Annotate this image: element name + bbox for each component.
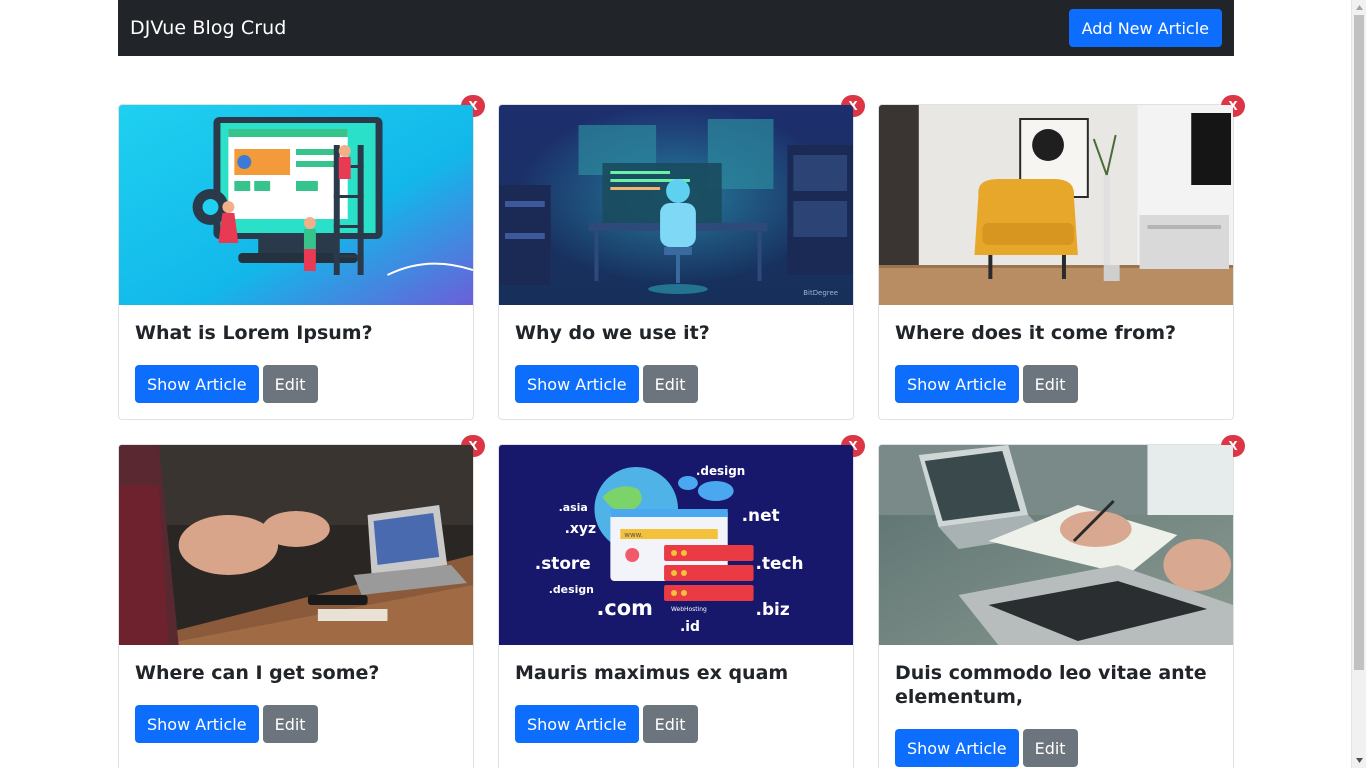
article-title: Where can I get some? <box>135 662 380 684</box>
bitdegree-watermark: BitDegree <box>803 289 838 297</box>
show-article-button[interactable]: Show Article <box>515 705 639 743</box>
yellow-armchair-room-photo <box>879 105 1233 305</box>
article-image <box>879 105 1233 305</box>
article-image: BitDegree <box>499 105 853 305</box>
article-image <box>119 105 473 305</box>
domain-label: .design <box>549 583 594 596</box>
navbar-brand[interactable]: DJVue Blog Crud <box>130 17 286 39</box>
card-body: Duis commodo leo vitae ante elementum, S… <box>879 645 1233 768</box>
show-article-button[interactable]: Show Article <box>135 705 259 743</box>
edit-article-button[interactable]: Edit <box>642 365 698 403</box>
card-actions: Show Article Edit <box>895 365 1217 403</box>
article-image: www. WebHosting .design .asia .xyz .net … <box>499 445 853 645</box>
scroll-down-arrow-icon[interactable] <box>1352 753 1366 768</box>
www-label: www. <box>624 531 643 539</box>
show-article-button[interactable]: Show Article <box>135 365 259 403</box>
article-title: Mauris maximus ex quam <box>515 662 789 684</box>
domain-label: .id <box>680 619 700 635</box>
article-image <box>879 445 1233 645</box>
domain-label: .store <box>535 553 591 573</box>
domain-label: .net <box>742 505 780 525</box>
domain-label: .com <box>596 596 652 620</box>
article-card: X <box>498 95 865 420</box>
card-actions: Show Article Edit <box>895 729 1217 767</box>
laptop-notes-photo <box>879 445 1233 645</box>
edit-article-button[interactable]: Edit <box>1022 365 1078 403</box>
domain-label: .design <box>696 464 745 478</box>
article-card: X <box>118 95 485 420</box>
edit-article-button[interactable]: Edit <box>1022 729 1078 767</box>
domain-label: .asia <box>559 501 588 514</box>
domain-label: .tech <box>756 553 804 573</box>
navbar: DJVue Blog Crud Add New Article <box>118 0 1234 56</box>
card-actions: Show Article Edit <box>515 365 837 403</box>
card-body: Where can I get some? Show Article Edit <box>119 645 473 759</box>
meeting-laptop-photo <box>119 445 473 645</box>
article-title: Why do we use it? <box>515 322 710 344</box>
page-scrollbar[interactable] <box>1351 0 1366 768</box>
card-actions: Show Article Edit <box>135 705 457 743</box>
show-article-button[interactable]: Show Article <box>895 729 1019 767</box>
article-card: X <box>878 95 1245 420</box>
card-body: Mauris maximus ex quam Show Article Edit <box>499 645 853 759</box>
card-body: Why do we use it? Show Article Edit <box>499 305 853 419</box>
card-body: Where does it come from? Show Article Ed… <box>879 305 1233 419</box>
website-builder-illustration <box>119 105 473 305</box>
webhosting-label: WebHosting <box>671 606 707 613</box>
article-image <box>119 445 473 645</box>
edit-article-button[interactable]: Edit <box>262 705 318 743</box>
article-title: What is Lorem Ipsum? <box>135 322 373 344</box>
edit-article-button[interactable]: Edit <box>262 365 318 403</box>
article-title: Duis commodo leo vitae ante elementum, <box>895 662 1207 708</box>
page-viewport: DJVue Blog Crud Add New Article X What i… <box>0 0 1351 768</box>
edit-article-button[interactable]: Edit <box>642 705 698 743</box>
article-title: Where does it come from? <box>895 322 1177 344</box>
domain-hosting-illustration: www. WebHosting .design .asia .xyz .net … <box>499 445 853 645</box>
show-article-button[interactable]: Show Article <box>515 365 639 403</box>
show-article-button[interactable]: Show Article <box>895 365 1019 403</box>
article-card: X Where can I get some? Show Article Edi… <box>118 435 485 768</box>
domain-label: .xyz <box>565 521 596 537</box>
article-card: X <box>878 435 1245 768</box>
domain-label: .biz <box>756 599 790 619</box>
card-body: What is Lorem Ipsum? Show Article Edit <box>119 305 473 419</box>
card-actions: Show Article Edit <box>135 365 457 403</box>
developer-at-desk-illustration: BitDegree <box>499 105 853 305</box>
scrollbar-thumb[interactable] <box>1354 15 1364 670</box>
article-card: X www. WebHosting .design .asia .xyz .ne… <box>498 435 865 768</box>
add-new-article-button[interactable]: Add New Article <box>1068 9 1222 47</box>
scroll-up-arrow-icon[interactable] <box>1352 0 1366 15</box>
article-grid: X What is Lorem Ipsum? Show Article Edit… <box>118 95 1245 768</box>
card-actions: Show Article Edit <box>515 705 837 743</box>
